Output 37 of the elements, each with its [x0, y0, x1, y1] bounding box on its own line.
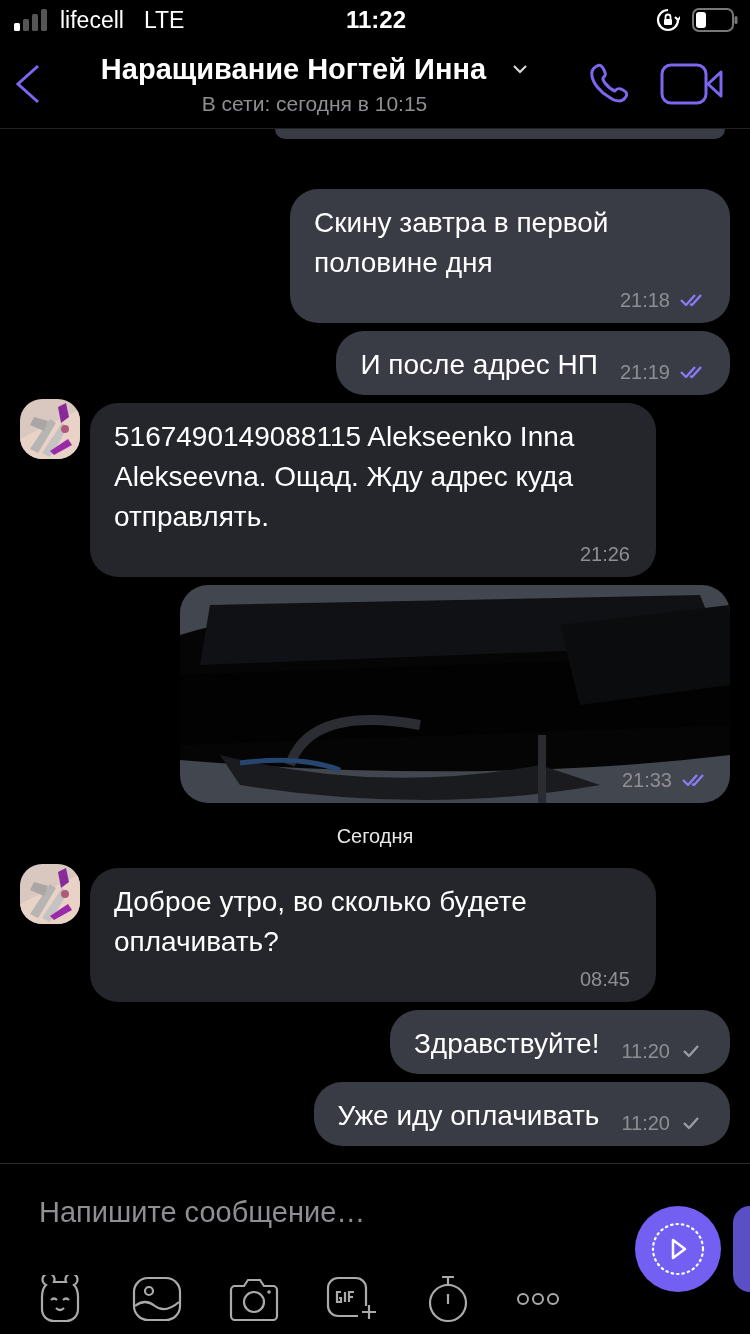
message-text: Доброе утро, во сколько будете оплачивать?: [114, 885, 528, 959]
message-bubble[interactable]: И после адрес НП 21:19: [336, 331, 730, 395]
network-type: LTE: [143, 6, 185, 34]
chat-title[interactable]: Наращивание Ногтей Инна: [100, 52, 487, 86]
message-time: 21:26: [579, 542, 630, 566]
message-time: 21:33: [621, 768, 672, 792]
camera-icon[interactable]: [229, 1277, 279, 1321]
carrier-name: lifecell: [60, 6, 124, 34]
message-text: Скину завтра в первой половине дня: [314, 206, 610, 280]
more-icon[interactable]: [516, 1292, 560, 1306]
play-icon: [650, 1221, 706, 1277]
message-bubble[interactable]: Здравствуйте! 11:20: [389, 1010, 730, 1074]
action-button[interactable]: [733, 1206, 750, 1292]
message-text: Уже иду оплачивать: [337, 1099, 600, 1133]
chevron-down-icon[interactable]: [512, 64, 529, 74]
clock: 11:22: [345, 6, 407, 34]
message-time: 11:20: [621, 1111, 670, 1135]
message-text: 5167490149088115 Alekseenko Inna Alekseevna. Ощад. Жду адрес куда отправлять.: [114, 420, 576, 534]
gallery-icon[interactable]: [132, 1276, 182, 1322]
message-bubble[interactable]: Доброе утро, во сколько будете оплачивать? 08:45: [90, 868, 656, 1002]
message-bubble[interactable]: Уже иду оплачивать 11:20: [313, 1082, 730, 1146]
message-time: 08:45: [579, 967, 630, 991]
video-camera-icon[interactable]: [660, 63, 724, 105]
battery-icon: [692, 8, 738, 32]
message-bubble[interactable]: Скину завтра в первой половине дня 21:18: [290, 189, 730, 323]
message-time: 11:20: [621, 1039, 670, 1063]
message-text: Здравствуйте!: [413, 1027, 600, 1061]
date-label: Сегодня: [336, 825, 414, 848]
back-icon[interactable]: [15, 64, 41, 104]
message-bubble[interactable]: 5167490149088115 Alekseenko Inna Alekseevna. Ощад. Жду адрес куда отправлять. 21:26: [90, 403, 656, 577]
message-time: 21:18: [619, 288, 670, 312]
rotation-lock-icon: [656, 8, 680, 32]
timer-icon[interactable]: [427, 1274, 469, 1324]
message-text: И после адрес НП: [360, 348, 598, 382]
message-field[interactable]: Напишите сообщение…: [0, 1190, 635, 1234]
message-time: 21:19: [619, 360, 670, 384]
online-status: В сети: сегодня в 10:15: [201, 91, 428, 116]
